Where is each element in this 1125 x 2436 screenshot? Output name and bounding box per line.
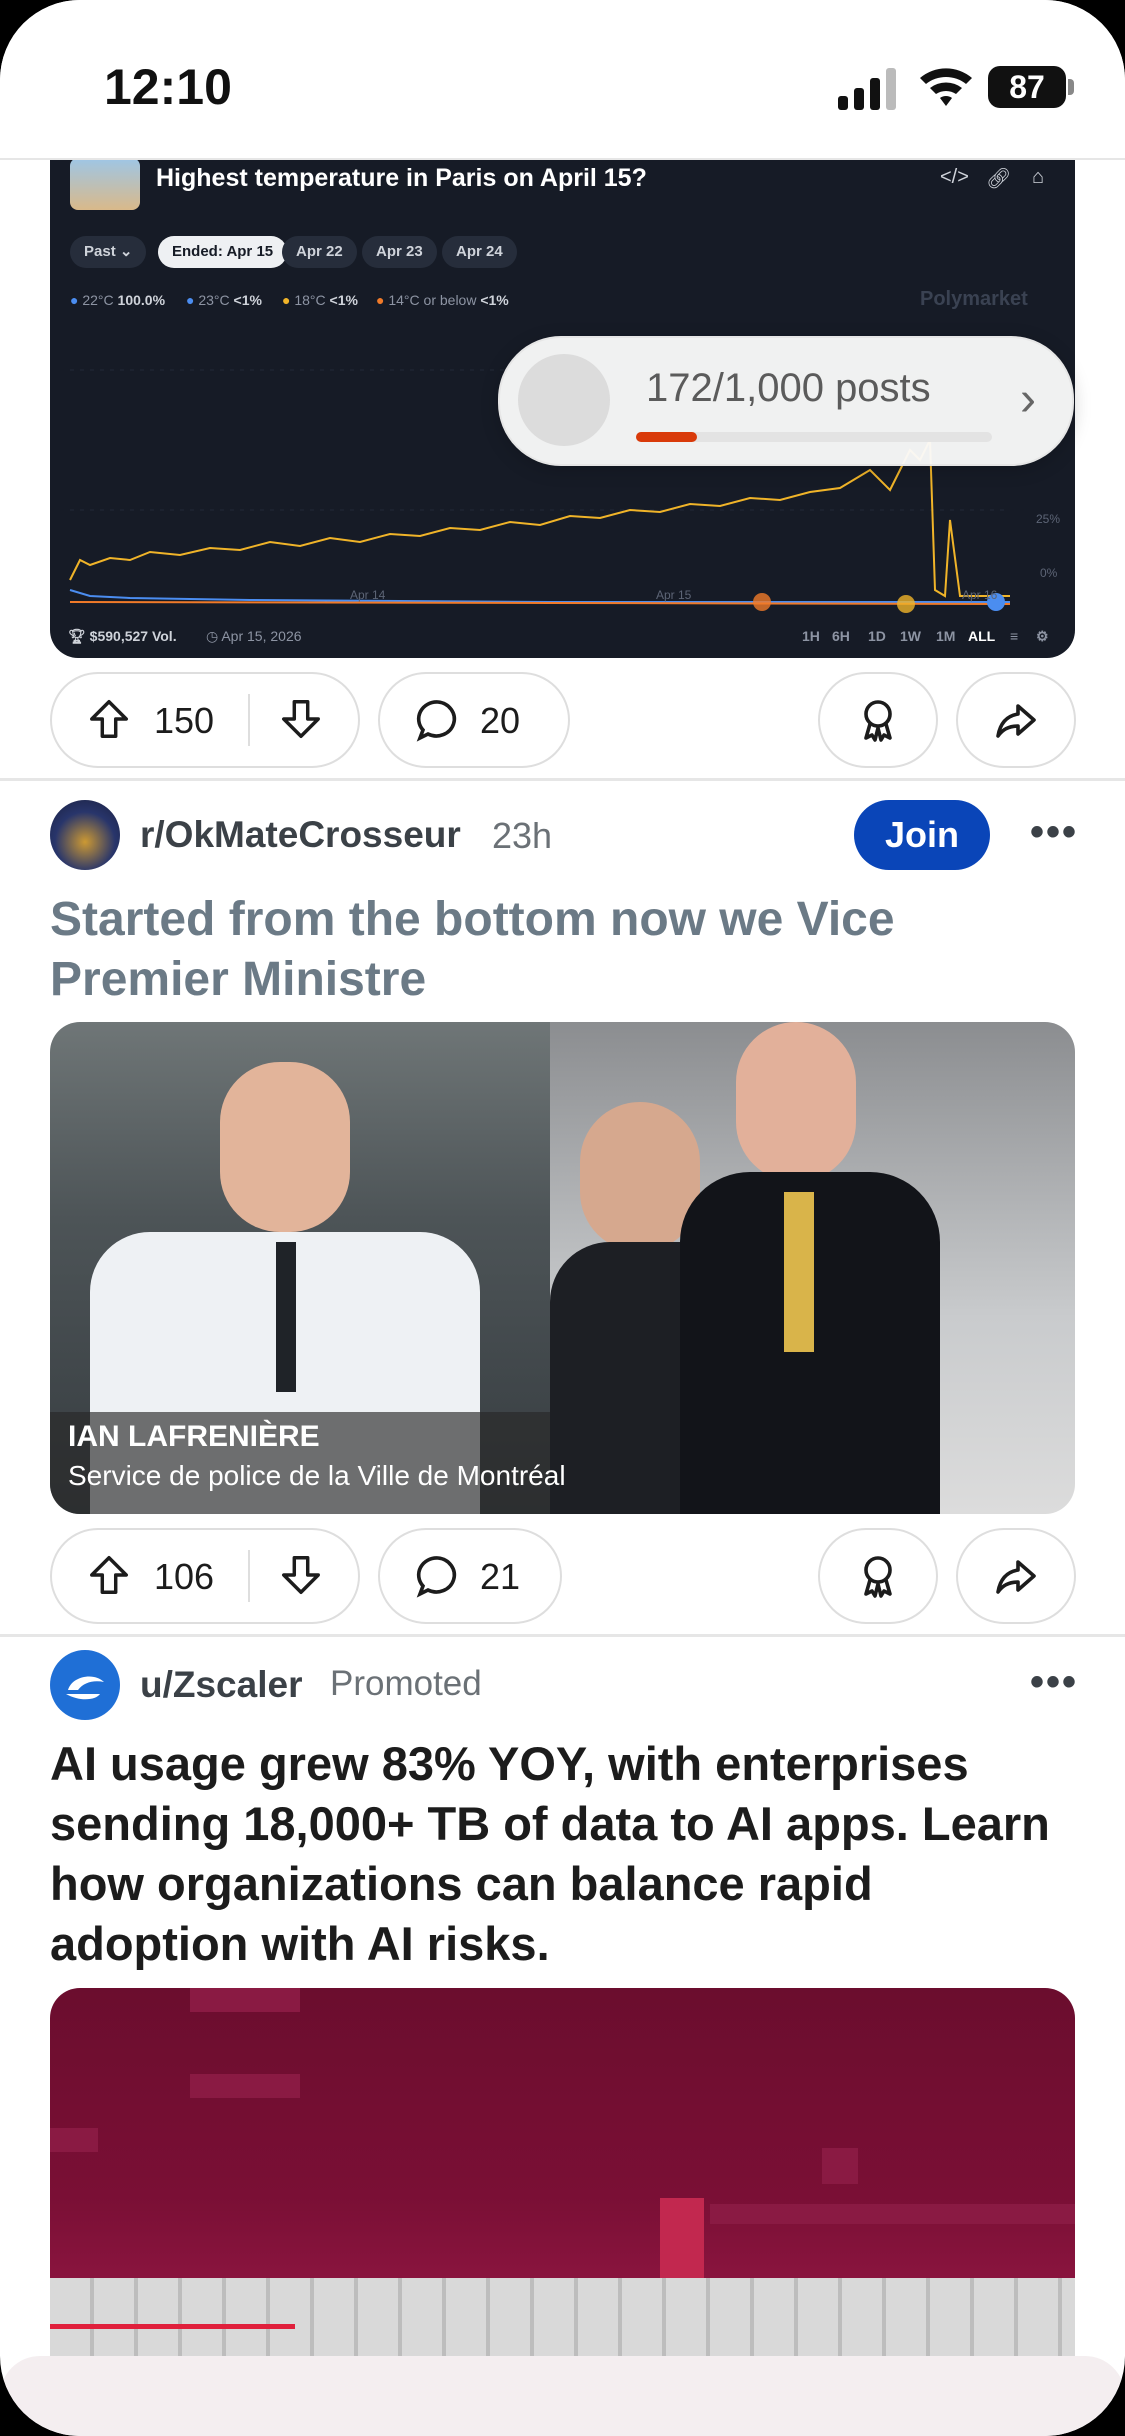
market-title: Highest temperature in Paris on April 15… [156,164,647,192]
comment-count: 20 [480,700,521,741]
ad-accent-line [50,2324,295,2329]
share-icon [996,1560,1036,1594]
subreddit-name[interactable]: r/OkMateCrosseur [140,814,461,856]
timeframe-1d[interactable]: 1D [868,628,886,644]
y-tick: 25% [1036,512,1061,526]
pill-ended[interactable]: Ended: Apr 15 [158,236,288,268]
market-thumbnail [70,158,140,210]
series-22c-line [69,589,1010,603]
battery-tip [1068,79,1074,95]
ad-image[interactable] [50,1988,1075,2368]
pill-apr24[interactable]: Apr 24 [442,236,517,268]
share-button[interactable] [956,672,1076,768]
more-options-icon[interactable]: ••• [1030,1660,1078,1705]
post-actions: 106 21 [0,1528,1125,1624]
comments-button[interactable]: 21 [378,1528,562,1624]
more-options-icon[interactable]: ••• [1030,810,1078,855]
progress-bar [636,432,992,442]
clock: 12:10 [104,59,232,115]
progress-fill [636,432,698,442]
photo-right [550,1022,1075,1514]
share-icon [996,704,1036,738]
series-marker [753,593,771,611]
chevron-right-icon: › [1020,373,1036,426]
legend-item: ● 23°C <1% [186,292,262,308]
bookmark-icon[interactable]: ⌂ [1032,166,1044,189]
comment-count: 21 [480,1556,521,1597]
vote-separator [248,1550,250,1602]
join-button[interactable]: Join [854,800,990,870]
award-icon [864,700,892,742]
award-button[interactable] [818,1528,938,1624]
polymarket-watermark: Polymarket [920,288,1028,310]
pill-apr23[interactable]: Apr 23 [362,236,437,268]
screen: Highest temperature in Paris on April 15… [0,0,1125,2436]
legend-item: ● 14°C or below <1% [376,292,509,308]
timeframe-1m[interactable]: 1M [936,628,955,644]
progress-text: 172/1,000 posts [646,366,931,410]
pill-past[interactable]: Past ⌄ [70,236,147,268]
downvote-icon[interactable] [278,1552,324,1598]
timeframe-1h[interactable]: 1H [802,628,820,644]
vote-separator [248,694,250,746]
post-divider [0,778,1125,781]
post-image[interactable]: IAN LAFRENIÈRE Service de police de la V… [50,1022,1075,1514]
post-age: 23h [492,815,553,856]
subreddit-avatar[interactable] [50,800,120,870]
battery-indicator: 87 [988,66,1066,108]
market-date: ◷ Apr 15, 2026 [206,628,302,644]
ad-stripe [50,2278,1075,2368]
share-button[interactable] [956,1528,1076,1624]
cellular-signal-icon [838,68,896,110]
vote-count: 106 [154,1556,215,1597]
timeframe-all[interactable]: ALL [968,628,995,644]
caption-name: IAN LAFRENIÈRE [68,1420,320,1453]
timeframe-1w[interactable]: 1W [900,628,921,644]
post-title[interactable]: Started from the bottom now we Vice Prem… [50,890,1070,1010]
vote-control: 106 [50,1528,360,1624]
wifi-icon [920,68,972,106]
y-tick: 0% [1040,566,1058,580]
award-button[interactable] [818,672,938,768]
post-actions: 150 20 [0,672,1125,768]
comment-icon [416,700,457,742]
comment-icon [416,1556,457,1598]
ad-title[interactable]: AI usage grew 83% YOY, with enterprises … [50,1734,1080,1974]
link-icon[interactable]: 🔗︎ [986,166,1011,191]
zscaler-logo-icon [66,1676,104,1700]
vote-control: 150 [50,672,360,768]
status-bar: 12:10 87 [0,0,1125,160]
embed-code-icon[interactable]: </> [940,166,969,189]
x-tick: Apr 16 [962,588,998,602]
promoted-tag: Promoted [330,1664,482,1703]
x-tick: Apr 15 [656,588,692,602]
market-volume: 🏆︎ $590,527 Vol. [68,628,177,644]
bottom-sheet [0,2356,1125,2436]
legend-item: ● 18°C <1% [282,292,358,308]
post-divider [0,1634,1125,1637]
x-tick: Apr 14 [350,588,386,602]
timeframe-6h[interactable]: 6H [832,628,850,644]
advertiser-avatar[interactable] [50,1650,120,1720]
advertiser-name[interactable]: u/Zscaler [140,1664,302,1706]
caption-org: Service de police de la Ville de Montréa… [68,1460,566,1491]
globe-avatar [518,354,610,446]
pill-apr22[interactable]: Apr 22 [282,236,357,268]
series-marker [897,595,915,613]
comments-button[interactable]: 20 [378,672,570,768]
post-progress-pill[interactable]: 172/1,000 posts › [498,336,1074,466]
downvote-icon[interactable] [278,696,324,742]
award-icon [864,1556,892,1598]
settings-icon[interactable]: ⚙ [1036,628,1049,645]
vote-count: 150 [154,700,215,741]
upvote-icon[interactable] [86,1552,132,1598]
filter-icon[interactable]: ≡ [1010,628,1018,644]
upvote-icon[interactable] [86,696,132,742]
legend-item: ● 22°C 100.0% [70,292,166,308]
